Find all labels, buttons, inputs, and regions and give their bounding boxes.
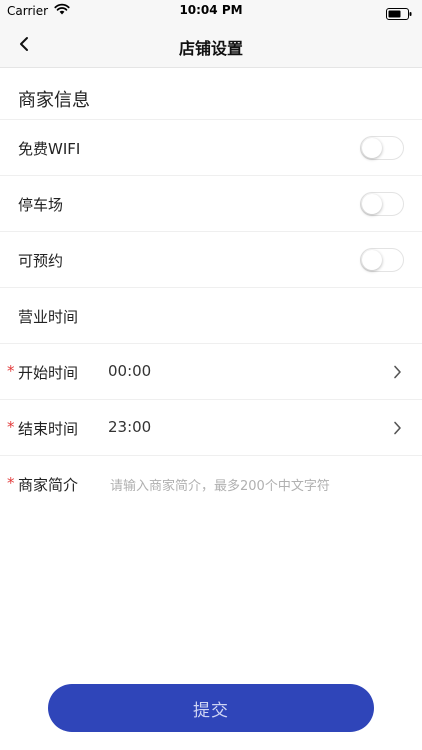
business-hours-row: 营业时间 (0, 287, 422, 343)
toggle-knob (362, 194, 382, 214)
required-mark: * (7, 474, 15, 492)
start-time-label: 开始时间 (18, 364, 79, 382)
submit-button[interactable]: 提交 (48, 684, 374, 732)
end-time-row[interactable]: * 结束时间 23:00 (0, 399, 422, 455)
intro-input[interactable]: 请输入商家简介，最多200个中文字符 (110, 475, 330, 494)
chevron-right-icon (393, 420, 402, 439)
end-time-label: 结束时间 (18, 420, 79, 438)
reservation-label: 可预约 (18, 252, 64, 270)
required-mark: * (7, 418, 15, 436)
chevron-right-icon (393, 364, 402, 383)
intro-label: 商家简介 (18, 476, 79, 494)
parking-toggle[interactable] (360, 192, 404, 216)
wifi-toggle[interactable] (360, 136, 404, 160)
start-time-value: 00:00 (108, 362, 152, 380)
navigation-bar: 店铺设置 (0, 22, 422, 68)
parking-label: 停车场 (18, 196, 64, 214)
status-time: 10:04 PM (179, 3, 243, 17)
section-title: 商家信息 (18, 90, 90, 111)
end-time-value: 23:00 (108, 418, 152, 436)
status-bar: Carrier 10:04 PM (0, 0, 422, 22)
toggle-knob (362, 250, 382, 270)
page-title: 店铺设置 (178, 39, 243, 58)
reservation-toggle[interactable] (360, 248, 404, 272)
business-hours-label: 营业时间 (18, 308, 79, 326)
wifi-label: 免费WIFI (18, 140, 81, 158)
toggle-knob (362, 138, 382, 158)
start-time-row[interactable]: * 开始时间 00:00 (0, 343, 422, 399)
intro-row: * 商家简介 请输入商家简介，最多200个中文字符 (0, 455, 422, 511)
toggle-row-wifi: 免费WIFI (0, 119, 422, 175)
required-mark: * (7, 362, 15, 380)
toggle-row-parking: 停车场 (0, 175, 422, 231)
toggle-row-reservation: 可预约 (0, 231, 422, 287)
